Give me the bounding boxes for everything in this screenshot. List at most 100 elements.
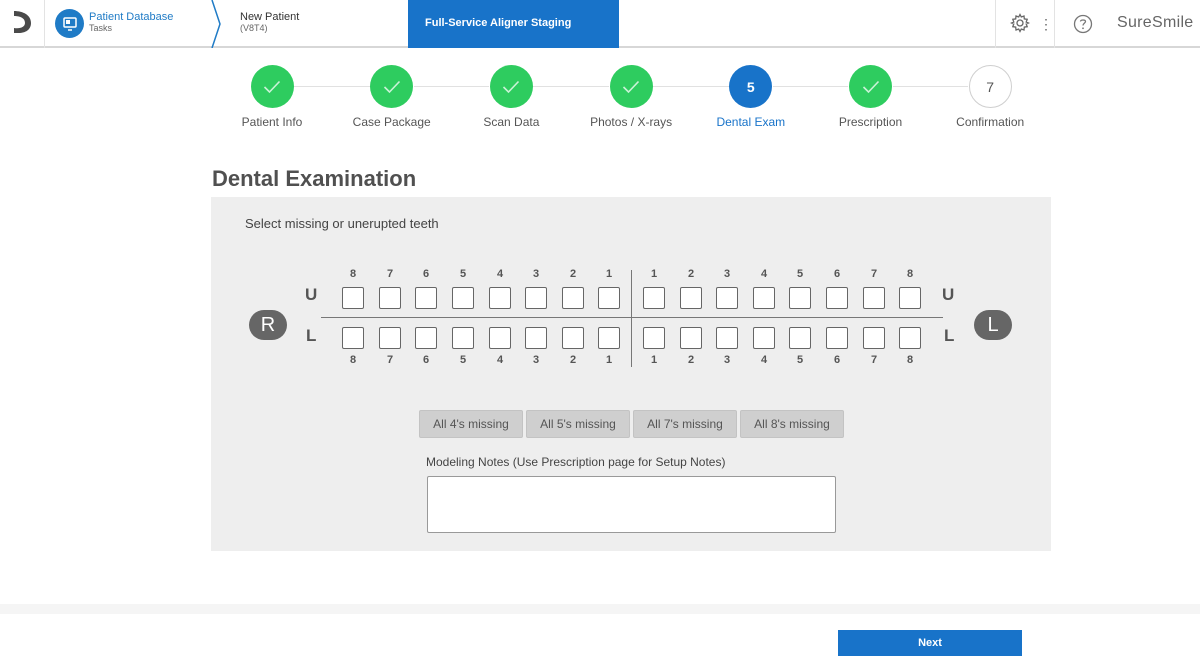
tooth-upper-left-1[interactable]	[643, 287, 665, 309]
step-dental-exam[interactable]: 5 Dental Exam	[691, 65, 811, 129]
upper-jaw-label-left: U	[942, 285, 955, 304]
more-vert-icon[interactable]: ⋮	[1039, 16, 1053, 33]
tooth-upper-left-3[interactable]	[716, 287, 738, 309]
step-label: Patient Info	[241, 115, 303, 129]
upper-left-tooth-number: 1	[650, 268, 658, 280]
page-title: Dental Examination	[212, 166, 417, 191]
tooth-upper-right-5[interactable]	[452, 287, 474, 309]
upper-right-tooth-number: 7	[386, 268, 394, 280]
tooth-upper-right-4[interactable]	[489, 287, 511, 309]
lower-jaw-label-left: L	[944, 326, 955, 345]
all-4s-missing-button[interactable]: All 4's missing	[419, 410, 523, 438]
upper-left-tooth-number: 4	[760, 268, 768, 280]
step-confirmation[interactable]: 7 Confirmation	[930, 65, 1050, 129]
tooth-upper-right-6[interactable]	[415, 287, 437, 309]
step-label: Prescription	[838, 115, 903, 129]
tooth-lower-right-2[interactable]	[562, 327, 584, 349]
breadcrumb-new-patient[interactable]: New Patient (V8T4)	[226, 0, 408, 48]
lower-left-tooth-number: 3	[723, 354, 731, 366]
all-7s-missing-button[interactable]: All 7's missing	[633, 410, 737, 438]
upper-left-tooth-number: 8	[906, 268, 914, 280]
upper-left-tooth-number: 6	[833, 268, 841, 280]
step-label: Scan Data	[483, 115, 540, 129]
tooth-lower-right-1[interactable]	[598, 327, 620, 349]
help-icon[interactable]	[1073, 14, 1093, 39]
upper-right-tooth-number: 8	[349, 268, 357, 280]
step-number: 5	[729, 65, 773, 108]
modeling-notes-label: Modeling Notes (Use Prescription page fo…	[426, 455, 726, 469]
lower-right-tooth-number: 7	[386, 354, 394, 366]
gear-icon[interactable]	[1009, 13, 1031, 38]
tooth-lower-right-8[interactable]	[342, 327, 364, 349]
tooth-upper-right-3[interactable]	[525, 287, 547, 309]
lower-right-tooth-number: 3	[532, 354, 540, 366]
settings-area: ⋮	[995, 0, 1055, 48]
modeling-notes-input[interactable]	[427, 476, 836, 533]
step-patient-info[interactable]: Patient Info	[212, 65, 332, 129]
tooth-lower-left-7[interactable]	[863, 327, 885, 349]
step-prescription[interactable]: Prescription	[811, 65, 931, 129]
tooth-lower-left-8[interactable]	[899, 327, 921, 349]
right-side-badge: R	[249, 310, 287, 340]
tooth-upper-right-7[interactable]	[379, 287, 401, 309]
progress-stepper: Patient Info Case Package Scan Data Photos …	[212, 65, 1050, 135]
tooth-lower-right-6[interactable]	[415, 327, 437, 349]
next-button[interactable]: Next	[838, 630, 1022, 656]
breadcrumb-aligner-staging[interactable]: Full-Service Aligner Staging	[408, 0, 619, 48]
tooth-upper-left-5[interactable]	[789, 287, 811, 309]
step-scan-data[interactable]: Scan Data	[451, 65, 571, 129]
upper-right-tooth-number: 5	[459, 268, 467, 280]
step-complete-check-icon	[609, 65, 653, 108]
all-8s-missing-button[interactable]: All 8's missing	[740, 410, 844, 438]
breadcrumb-database-title: Patient Database	[89, 11, 174, 23]
breadcrumb-active-title: Full-Service Aligner Staging	[425, 17, 572, 29]
tooth-upper-right-8[interactable]	[342, 287, 364, 309]
lower-left-tooth-number: 5	[796, 354, 804, 366]
breadcrumb-patient-database[interactable]: Patient Database Tasks	[45, 0, 217, 48]
step-photos-x-rays[interactable]: Photos / X-rays	[571, 65, 691, 129]
tooth-upper-left-4[interactable]	[753, 287, 775, 309]
upper-right-tooth-number: 4	[496, 268, 504, 280]
tooth-lower-left-4[interactable]	[753, 327, 775, 349]
tooth-upper-right-2[interactable]	[562, 287, 584, 309]
tooth-upper-left-2[interactable]	[680, 287, 702, 309]
step-complete-check-icon	[370, 65, 414, 108]
tooth-lower-left-1[interactable]	[643, 327, 665, 349]
lower-left-tooth-number: 8	[906, 354, 914, 366]
step-label: Case Package	[352, 115, 431, 129]
upper-right-tooth-number: 1	[605, 268, 613, 280]
step-complete-check-icon	[489, 65, 533, 108]
teeth-instruction: Select missing or unerupted teeth	[245, 216, 439, 231]
lower-right-tooth-number: 5	[459, 354, 467, 366]
tooth-lower-right-5[interactable]	[452, 327, 474, 349]
step-case-package[interactable]: Case Package	[332, 65, 452, 129]
tooth-lower-right-4[interactable]	[489, 327, 511, 349]
tooth-upper-right-1[interactable]	[598, 287, 620, 309]
brand-name: SureSmile	[1117, 14, 1194, 31]
step-complete-check-icon	[250, 65, 294, 108]
upper-left-tooth-number: 2	[687, 268, 695, 280]
breadcrumb-separator-icon	[210, 0, 226, 49]
tooth-lower-left-5[interactable]	[789, 327, 811, 349]
upper-right-tooth-number: 6	[422, 268, 430, 280]
tooth-lower-left-6[interactable]	[826, 327, 848, 349]
left-side-badge: L	[974, 310, 1012, 340]
lower-left-tooth-number: 4	[760, 354, 768, 366]
midline	[631, 270, 632, 367]
all-5s-missing-button[interactable]: All 5's missing	[526, 410, 630, 438]
tooth-lower-left-3[interactable]	[716, 327, 738, 349]
lower-right-tooth-number: 4	[496, 354, 504, 366]
tooth-upper-left-7[interactable]	[863, 287, 885, 309]
monitor-icon	[55, 9, 84, 38]
tooth-upper-left-8[interactable]	[899, 287, 921, 309]
app-logo[interactable]	[0, 0, 45, 48]
tooth-lower-right-3[interactable]	[525, 327, 547, 349]
lower-left-tooth-number: 1	[650, 354, 658, 366]
upper-left-tooth-number: 3	[723, 268, 731, 280]
breadcrumb-patient-title: New Patient	[240, 11, 300, 23]
tooth-upper-left-6[interactable]	[826, 287, 848, 309]
upper-right-tooth-number: 2	[569, 268, 577, 280]
tooth-lower-left-2[interactable]	[680, 327, 702, 349]
tooth-lower-right-7[interactable]	[379, 327, 401, 349]
breadcrumb-database-subtitle: Tasks	[89, 23, 113, 33]
